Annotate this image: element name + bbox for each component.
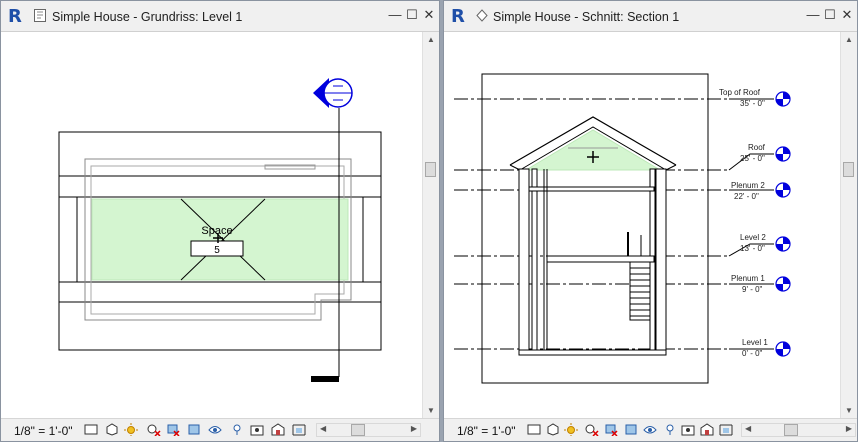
wall-top	[58, 131, 382, 198]
view-control-bar: 1/8" = 1'-0" ◀ ▶	[1, 418, 439, 441]
temporary-hide-icon[interactable]	[208, 423, 222, 436]
section-drawing	[454, 73, 791, 384]
level-elevation[interactable]: 35' - 0"	[740, 99, 765, 108]
highlight-displacement-icon[interactable]	[719, 423, 733, 436]
minimize-button[interactable]: —	[806, 8, 820, 22]
level-elevation[interactable]: 13' - 0"	[740, 244, 765, 253]
space-label: Space	[201, 225, 232, 237]
maximize-button[interactable]: ☐	[405, 8, 419, 22]
scroll-thumb[interactable]	[425, 162, 436, 177]
scroll-down-icon[interactable]: ▼	[427, 406, 435, 415]
temporary-view-properties-icon[interactable]	[250, 423, 264, 436]
scroll-left-icon[interactable]: ◀	[320, 424, 326, 433]
floor-plan-window[interactable]: R Simple House - Grundriss: Level 1 — ☐ …	[0, 0, 440, 442]
temporary-view-properties-icon[interactable]	[681, 423, 695, 436]
level-elevation[interactable]: 0' - 0"	[742, 349, 762, 358]
scroll-right-icon[interactable]: ▶	[846, 424, 852, 433]
title-bar[interactable]: R Simple House - Schnitt: Section 1 — ☐ …	[444, 1, 857, 32]
level-name[interactable]: Top of Roof	[719, 88, 760, 97]
level-name[interactable]: Roof	[748, 143, 765, 152]
shadows-icon[interactable]	[585, 423, 599, 436]
vertical-scrollbar[interactable]: ▲ ▼	[840, 32, 857, 418]
level-elevation[interactable]: 25' - 0"	[740, 154, 765, 163]
section-view-icon	[476, 9, 488, 22]
scroll-right-icon[interactable]: ▶	[411, 424, 417, 433]
temporary-hide-icon[interactable]	[643, 423, 657, 436]
horizontal-scrollbar[interactable]: ◀ ▶	[316, 423, 421, 437]
crop-region[interactable]	[481, 73, 709, 384]
visual-style-icon[interactable]	[546, 423, 560, 436]
space-number: 5	[214, 245, 220, 256]
window-title: Simple House - Schnitt: Section 1	[493, 10, 680, 24]
maximize-button[interactable]: ☐	[823, 8, 837, 22]
view-scale[interactable]: 1/8" = 1'-0"	[14, 424, 73, 438]
detail-level-icon[interactable]	[84, 423, 98, 436]
title-bar[interactable]: R Simple House - Grundriss: Level 1 — ☐ …	[1, 1, 439, 32]
detail-level-icon[interactable]	[527, 423, 541, 436]
hscroll-thumb[interactable]	[351, 424, 365, 436]
view-control-bar: 1/8" = 1'-0" ◀ ▶	[444, 418, 857, 441]
shadows-icon[interactable]	[147, 423, 161, 436]
level-name[interactable]: Level 1	[742, 338, 768, 347]
window-title: Simple House - Grundriss: Level 1	[52, 10, 243, 24]
highlight-displacement-icon[interactable]	[292, 423, 306, 436]
level-name[interactable]: Plenum 2	[731, 181, 765, 190]
reveal-hidden-icon[interactable]	[663, 423, 677, 436]
visual-style-icon[interactable]	[105, 423, 119, 436]
level-elevation[interactable]: 9' - 0"	[742, 285, 762, 294]
scroll-up-icon[interactable]: ▲	[427, 35, 435, 44]
sun-path-icon[interactable]	[564, 423, 578, 436]
revit-logo-icon: R	[8, 6, 22, 27]
analytical-model-icon[interactable]	[700, 423, 714, 436]
view-scale[interactable]: 1/8" = 1'-0"	[457, 424, 516, 438]
minimize-button[interactable]: —	[388, 8, 402, 22]
section-window[interactable]: R Simple House - Schnitt: Section 1 — ☐ …	[443, 0, 858, 442]
section-end-tail	[311, 376, 339, 382]
show-crop-region-icon[interactable]	[187, 423, 201, 436]
hscroll-thumb[interactable]	[784, 424, 798, 436]
reveal-hidden-icon[interactable]	[230, 423, 244, 436]
space-region[interactable]	[91, 198, 349, 281]
scroll-down-icon[interactable]: ▼	[845, 406, 853, 415]
wall-bottom	[58, 281, 382, 351]
analytical-model-icon[interactable]	[271, 423, 285, 436]
floor-plan-canvas[interactable]: Space 5	[1, 32, 422, 418]
section-head-marker[interactable]	[313, 78, 353, 108]
horizontal-scrollbar[interactable]: ◀ ▶	[741, 423, 856, 437]
floor-plan-view-icon	[34, 9, 46, 22]
level-head-symbols[interactable]	[775, 91, 791, 357]
level-name[interactable]: Plenum 1	[731, 274, 765, 283]
revit-logo-icon: R	[451, 6, 465, 27]
scroll-left-icon[interactable]: ◀	[745, 424, 751, 433]
floor-plan-drawing: Space 5	[58, 78, 382, 382]
level-elevation[interactable]: 22' - 0"	[734, 192, 759, 201]
close-button[interactable]: ✕	[422, 8, 436, 22]
level-name[interactable]: Level 2	[740, 233, 766, 242]
vertical-scrollbar[interactable]: ▲ ▼	[422, 32, 439, 418]
crop-view-icon[interactable]	[166, 423, 180, 436]
show-crop-region-icon[interactable]	[624, 423, 638, 436]
section-canvas[interactable]: Top of Roof 35' - 0" Roof 25' - 0" Plenu…	[444, 32, 840, 418]
close-button[interactable]: ✕	[840, 8, 854, 22]
scroll-thumb[interactable]	[843, 162, 854, 177]
attic-space-region[interactable]	[524, 129, 662, 171]
crop-view-icon[interactable]	[604, 423, 618, 436]
scroll-up-icon[interactable]: ▲	[845, 35, 853, 44]
sun-path-icon[interactable]	[124, 423, 138, 436]
